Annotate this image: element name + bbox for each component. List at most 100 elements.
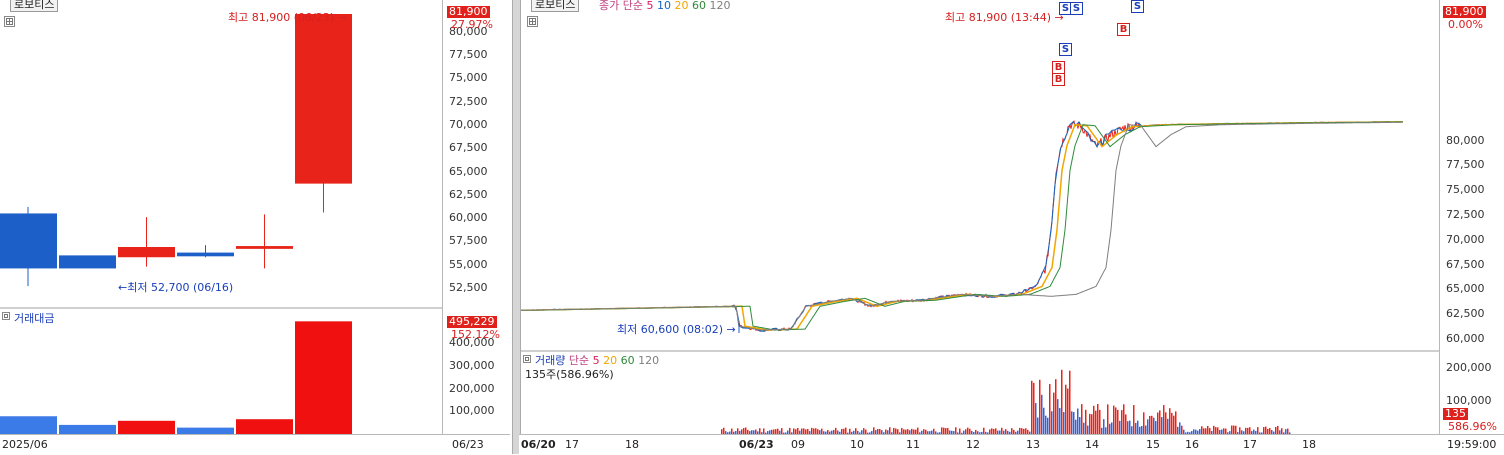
ma60-line (521, 121, 1403, 331)
volume-bar-right (1207, 425, 1209, 434)
ma120-line (521, 121, 1403, 331)
volume-bar-right (1147, 419, 1149, 434)
volume-tick: 300,000 (449, 358, 495, 372)
price-tick: 60,000 (449, 211, 488, 225)
volume-tick-right: 200,000 (1446, 361, 1492, 374)
time-tick: 17 (565, 438, 579, 451)
time-tick: 09 (791, 438, 805, 451)
volume-bar-right (1107, 404, 1109, 434)
volume-bar-right (1139, 426, 1141, 434)
right-chart-panel: 로보티스 종가 단순 5 10 20 60 120 최고 81,900 (13:… (521, 0, 1439, 434)
volume-bar-right (1143, 412, 1145, 434)
volume-bar-right (1053, 392, 1055, 434)
volume-bar (118, 420, 175, 434)
volume-bar-right (1059, 408, 1061, 434)
volume-bar-right (1157, 412, 1159, 434)
time-tick: 18 (625, 438, 639, 451)
volume-bar-right (889, 427, 891, 434)
volume-bar-right (1149, 415, 1151, 434)
volume-bar-right (1047, 417, 1049, 434)
time-tick: 15 (1146, 438, 1160, 451)
volume-bar-right (1123, 404, 1125, 434)
price-tick: 77,500 (449, 48, 488, 61)
date-axis-end: 06/23 (452, 438, 484, 451)
volume-bar-right (1081, 404, 1083, 434)
volume-bar (59, 424, 116, 434)
volume-bar-right (1037, 417, 1039, 434)
sell-signal-marker[interactable]: S (1070, 2, 1083, 15)
volume-box-right: 135 (1443, 407, 1468, 420)
candle-body (236, 246, 293, 249)
volume-bar-right (1167, 418, 1169, 434)
sell-signal-marker[interactable]: S (1131, 0, 1144, 13)
volume-bar-right (1155, 421, 1157, 434)
volume-bar-right (1165, 412, 1167, 434)
volume-bar-right (1041, 394, 1043, 434)
intraday-price-chart (521, 120, 1404, 334)
candle-body (295, 13, 352, 184)
volume-bar-right (1035, 403, 1037, 434)
price-tick-right: 65,000 (1446, 282, 1485, 296)
volume-bar-right (1089, 413, 1091, 434)
volume-bar-right (1135, 422, 1137, 434)
volume-bar-right (1065, 384, 1067, 434)
volume-bar-right (1173, 415, 1175, 434)
price-line (521, 120, 1404, 333)
volume-bar-right (1043, 407, 1045, 434)
clock-label: 19:59:00 (1447, 438, 1497, 451)
left-date-axis: 2025/06 06/23 (0, 434, 510, 455)
sell-signal-marker[interactable]: S (1059, 43, 1072, 56)
volume-bar (236, 419, 293, 434)
volume-bar-right (1161, 417, 1163, 434)
current-price-box: 81,900 (447, 5, 490, 18)
left-chart-panel: 로보티스 최고 81,900 (06/23) → ←최저 52,700 (06/… (0, 0, 442, 434)
volume-bar-right (1113, 405, 1115, 434)
volume-bar-right (1277, 425, 1279, 434)
time-tick: 14 (1085, 438, 1099, 451)
time-tick: 12 (966, 438, 980, 451)
volume-bar-right (1133, 405, 1135, 434)
buy-signal-marker[interactable]: B (1117, 23, 1130, 36)
candle-body (59, 255, 116, 269)
volume-bar-right (1181, 425, 1183, 434)
low-price-label: ←최저 52,700 (06/16) (118, 281, 234, 294)
volume-amount-box: 495,229 (447, 315, 497, 328)
volume-bar-right (1129, 420, 1131, 434)
price-tick: 57,500 (449, 234, 488, 248)
volume-bar-right (955, 427, 957, 434)
volume-bar-right (1067, 388, 1069, 434)
price-tick-right: 70,000 (1446, 232, 1485, 246)
volume-bar-right (1159, 410, 1161, 434)
volume-tick: 200,000 (449, 381, 495, 395)
price-tick-right: 80,000 (1446, 133, 1485, 147)
candle-body (0, 213, 57, 269)
volume-bar-right (1075, 419, 1077, 434)
volume-bar-right (1093, 405, 1095, 434)
volume-bar-right (1171, 412, 1173, 434)
buy-signal-marker[interactable]: B (1052, 73, 1065, 86)
volume-bar-right (1151, 415, 1153, 434)
high-price-label: 최고 81,900 (06/23) → (228, 11, 347, 24)
volume-bar-right (1145, 425, 1147, 434)
volume-bar-right (1039, 379, 1041, 434)
volume-bar-right (1063, 412, 1065, 434)
intraday-low-label: 최저 60,600 (08:02) → (617, 323, 736, 336)
time-tick: 10 (850, 438, 864, 451)
volume-bar-right (1119, 420, 1121, 434)
panel-splitter[interactable] (512, 0, 521, 454)
price-tick: 72,500 (449, 94, 488, 108)
volume-bar-right (1087, 425, 1089, 434)
volume-bar-right (941, 427, 943, 434)
volume-bar-right (1085, 409, 1087, 434)
price-tick: 62,500 (449, 187, 488, 201)
price-tick: 52,500 (449, 281, 488, 294)
volume-bar-right (1045, 415, 1047, 434)
volume-bar-right (1033, 382, 1035, 434)
time-tick: 17 (1243, 438, 1257, 451)
date-axis-start: 2025/06 (2, 438, 48, 451)
volume-bar-right (1177, 426, 1179, 434)
volume-bar-right (1163, 405, 1165, 434)
volume-bar-right (1233, 425, 1235, 434)
price-tick-right: 72,500 (1446, 208, 1485, 221)
candle-body (177, 252, 234, 257)
